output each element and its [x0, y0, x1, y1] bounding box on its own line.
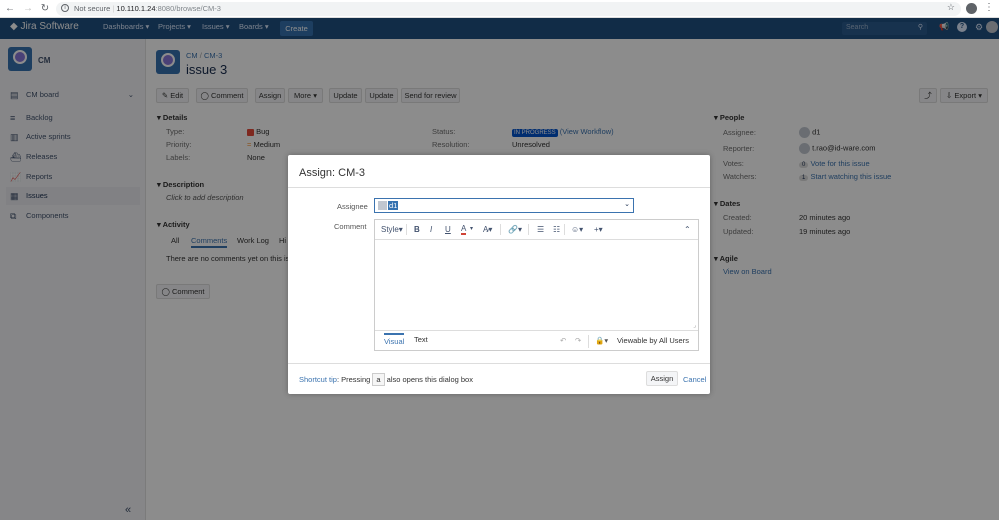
redo-icon[interactable]: ↷	[575, 336, 581, 345]
info-icon[interactable]: i	[61, 4, 69, 12]
collapse-toolbar-icon[interactable]: ⌃	[684, 225, 691, 234]
divider	[500, 224, 501, 235]
editor-toolbar: Style▾ B I U A ▾ A̷▾ 🔗▾ ☰ ☷ ☺▾ +▾ ⌃	[375, 220, 698, 240]
chevron-down-icon[interactable]: ▾	[470, 225, 473, 232]
emoticon-icon[interactable]: ☺▾	[571, 225, 583, 234]
reload-icon[interactable]: ↻	[39, 3, 51, 15]
tab-text[interactable]: Text	[414, 335, 428, 344]
insert-more-icon[interactable]: +▾	[594, 225, 603, 234]
header-overlay	[0, 18, 999, 39]
chevron-down-icon: ⌄	[624, 201, 630, 208]
bookmark-star-icon[interactable]: ☆	[947, 2, 955, 13]
shortcut-tip: Shortcut tip: Pressing a also opens this…	[299, 373, 473, 386]
shortcut-tip-link[interactable]: Shortcut tip	[299, 375, 337, 384]
avatar	[378, 201, 387, 210]
cancel-link[interactable]: Cancel	[683, 375, 706, 384]
bullet-list-icon[interactable]: ☰	[537, 225, 544, 234]
italic-icon[interactable]: I	[430, 225, 432, 234]
divider	[588, 335, 589, 348]
numbered-list-icon[interactable]: ☷	[553, 225, 560, 234]
divider	[406, 224, 407, 235]
url-text: Not secure | 10.110.1.24:8080/browse/CM-…	[74, 4, 221, 13]
lock-icon[interactable]: 🔒▾	[595, 336, 608, 345]
url-host: 10.110.1.24	[116, 4, 156, 13]
browser-menu-icon[interactable]: ⋮	[984, 2, 994, 13]
assignee-select[interactable]: d1 ⌄	[374, 198, 634, 213]
divider	[288, 187, 710, 188]
forward-icon[interactable]: →	[22, 3, 34, 15]
undo-icon[interactable]: ↶	[560, 336, 566, 345]
dialog-title: Assign: CM-3	[299, 167, 366, 179]
divider	[528, 224, 529, 235]
style-dropdown[interactable]: Style▾	[381, 225, 403, 234]
browser-toolbar: ← → ↻ i Not secure | 10.110.1.24:8080/br…	[0, 0, 999, 18]
assignee-field-label: Assignee	[337, 202, 368, 211]
more-formatting-icon[interactable]: A̷▾	[483, 225, 492, 234]
assign-submit-button[interactable]: Assign	[646, 371, 678, 386]
bold-icon[interactable]: B	[414, 225, 420, 234]
divider	[564, 224, 565, 235]
back-icon[interactable]: ←	[4, 3, 16, 15]
shortcut-tip-text: also opens this dialog box	[386, 375, 473, 384]
assign-dialog: Assign: CM-3 Assignee d1 ⌄ Comment Style…	[288, 155, 710, 394]
link-icon[interactable]: 🔗▾	[508, 225, 522, 234]
divider	[288, 363, 710, 364]
shortcut-key: a	[372, 373, 385, 386]
assignee-select-value: d1	[388, 201, 399, 210]
editor-mode-bar: Visual Text ↶ ↷ 🔒▾ Viewable by All Users	[375, 330, 698, 351]
not-secure-label: Not secure	[74, 4, 111, 13]
comment-field-label: Comment	[334, 222, 367, 231]
comment-editor: Style▾ B I U A ▾ A̷▾ 🔗▾ ☰ ☷ ☺▾ +▾ ⌃ ⌟ Vi…	[374, 219, 699, 351]
shortcut-tip-text: : Pressing	[336, 375, 371, 384]
tab-visual[interactable]: Visual	[384, 333, 405, 346]
visibility-label: Viewable by All Users	[617, 336, 689, 345]
url-path: :8080/browse/CM-3	[155, 4, 221, 13]
profile-icon[interactable]	[966, 3, 977, 14]
resize-handle-icon[interactable]: ⌟	[693, 322, 696, 329]
comment-textarea[interactable]	[376, 241, 697, 329]
text-color-icon[interactable]: A	[461, 225, 467, 235]
underline-icon[interactable]: U	[445, 225, 451, 234]
address-bar[interactable]: i Not secure | 10.110.1.24:8080/browse/C…	[56, 2, 961, 16]
